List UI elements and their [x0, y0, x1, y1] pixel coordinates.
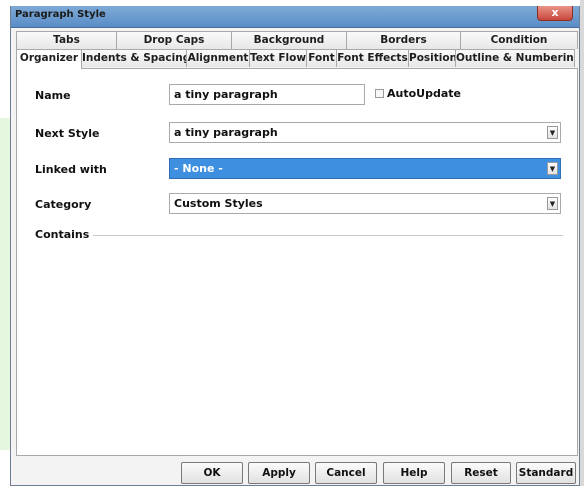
reset-button[interactable]: Reset: [451, 462, 511, 484]
button-bar: OK Apply Cancel Help Reset Standard: [11, 456, 579, 486]
name-input[interactable]: [169, 84, 365, 105]
checkbox-icon: [375, 89, 384, 98]
chevron-down-icon[interactable]: ▼: [547, 126, 558, 139]
name-label: Name: [35, 89, 71, 102]
tab-row-front: Organizer Indents & Spacing Alignment Te…: [16, 49, 578, 69]
tab-row-back: Tabs Drop Caps Background Borders Condit…: [16, 31, 578, 49]
tab-organizer[interactable]: Organizer: [16, 49, 82, 69]
contains-label: Contains: [35, 228, 90, 241]
linked-with-value: - None -: [174, 162, 223, 175]
chevron-down-icon[interactable]: ▼: [547, 197, 558, 210]
tab-alignment[interactable]: Alignment: [186, 49, 250, 67]
background-edge: [580, 0, 584, 486]
tab-drop-caps[interactable]: Drop Caps: [116, 31, 232, 49]
close-icon: x: [551, 6, 559, 19]
chevron-down-icon[interactable]: ▼: [547, 162, 558, 175]
tab-text-flow[interactable]: Text Flow: [249, 49, 307, 67]
window-title: Paragraph Style: [15, 9, 106, 20]
cancel-button[interactable]: Cancel: [315, 462, 377, 484]
next-style-value: a tiny paragraph: [174, 126, 278, 139]
autoupdate-checkbox[interactable]: AutoUpdate: [375, 87, 461, 100]
help-button[interactable]: Help: [383, 462, 445, 484]
tab-position[interactable]: Position: [408, 49, 456, 67]
close-button[interactable]: x: [537, 6, 573, 21]
category-label: Category: [35, 198, 92, 211]
tab-borders[interactable]: Borders: [346, 31, 461, 49]
standard-button[interactable]: Standard: [516, 462, 576, 484]
linked-with-label: Linked with: [35, 163, 107, 176]
tab-font-effects[interactable]: Font Effects: [336, 49, 409, 67]
title-bar[interactable]: Paragraph Style x: [11, 6, 579, 28]
linked-with-dropdown[interactable]: - None - ▼: [169, 158, 561, 179]
organizer-panel: Name AutoUpdate Next Style a tiny paragr…: [16, 68, 578, 456]
ok-button[interactable]: OK: [181, 462, 243, 484]
tab-outline-numbering[interactable]: Outline & Numbering: [455, 49, 575, 67]
tab-font[interactable]: Font: [306, 49, 337, 67]
tab-indents-spacing[interactable]: Indents & Spacing: [81, 49, 187, 67]
paragraph-style-dialog: Paragraph Style x Tabs Drop Caps Backgro…: [10, 6, 580, 486]
next-style-label: Next Style: [35, 127, 100, 140]
tab-background[interactable]: Background: [231, 31, 347, 49]
tab-tabs[interactable]: Tabs: [16, 31, 117, 49]
next-style-dropdown[interactable]: a tiny paragraph ▼: [169, 122, 561, 143]
apply-button[interactable]: Apply: [248, 462, 310, 484]
category-value: Custom Styles: [174, 197, 263, 210]
tab-condition[interactable]: Condition: [460, 31, 578, 49]
autoupdate-label: AutoUpdate: [387, 87, 461, 100]
category-dropdown[interactable]: Custom Styles ▼: [169, 193, 561, 214]
contains-divider: [93, 235, 563, 236]
